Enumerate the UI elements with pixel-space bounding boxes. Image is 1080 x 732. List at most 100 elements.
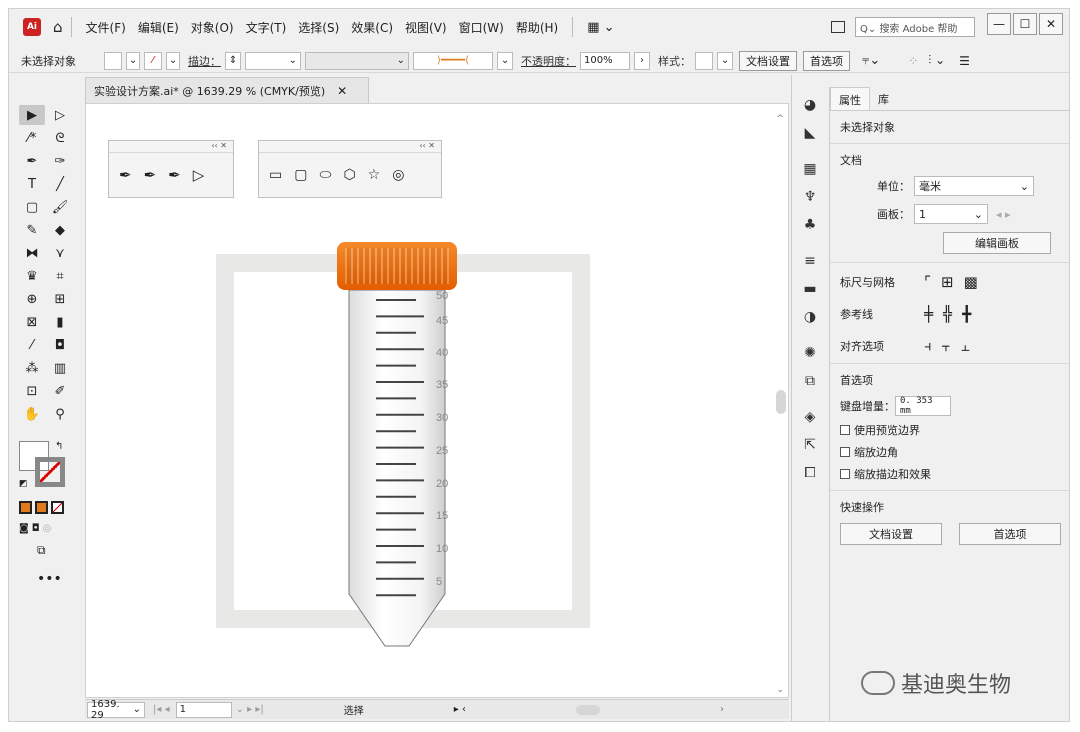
grid-icon[interactable]: ⊞ [941,273,954,291]
transparency-icon[interactable]: ◑ [792,303,828,331]
tube-cap[interactable] [337,242,457,290]
magic-wand-tool-icon[interactable]: ⁄* [19,128,45,148]
gradient-mesh-tool-icon[interactable]: ⊠ [19,312,45,332]
maximize-button[interactable]: ☐ [1013,13,1037,35]
quick-doc-setup-button[interactable]: 文档设置 [840,523,942,545]
pen-tool-icon[interactable]: ✒ [119,166,132,184]
home-icon[interactable]: ⌂ [53,18,63,36]
snap-to-point-icon[interactable]: ⫞ [924,337,932,355]
artboard-nav-icon[interactable]: ◂ ▸ [996,208,1011,221]
paintbrush-tool-icon[interactable]: 🖌 [47,197,73,217]
star-tool-icon[interactable]: ☆ [368,167,381,183]
stroke-weight-dropdown[interactable]: ⌄ [245,51,301,70]
screen-mode-icon[interactable]: ⧉ [37,543,46,558]
rounded-rectangle-tool-icon[interactable]: ▢ [294,167,307,183]
menu-view[interactable]: 视图(V) [399,19,453,36]
panel-header[interactable]: ‹‹ ✕ [109,141,233,153]
gradient-tool-icon[interactable]: ▮ [47,312,73,332]
artboard-tool-icon[interactable]: ⊡ [19,381,45,401]
tube-body[interactable] [348,290,446,650]
export-icon[interactable]: ⇱ [792,431,828,459]
more-tools-icon[interactable]: ••• [37,571,62,587]
shape-builder-tool-icon[interactable]: ⌗ [47,266,73,286]
stroke-dropdown[interactable]: ⌄ [166,51,180,70]
color-guide-icon[interactable]: ◣ [792,119,828,147]
stroke-swatch-large[interactable] [35,457,65,487]
keyboard-increment-input[interactable]: 0. 353 mm [895,396,951,416]
stroke-panel-icon[interactable]: ≡ [792,247,828,275]
transform-icon[interactable]: ⁘ [908,54,918,68]
help-search-input[interactable]: Q⌄ 搜索 Adobe 帮助 [855,17,975,37]
reflect-tool-icon[interactable]: ⧓ [19,243,45,263]
stroke-swatch[interactable]: ⁄ [144,51,162,70]
swap-colors-icon[interactable]: ↰ [55,441,63,452]
style-dropdown[interactable]: ⌄ [717,51,733,70]
perspective-grid-tool-icon[interactable]: ⊕ [19,289,45,309]
horizontal-scrollbar-thumb[interactable] [575,704,600,715]
ruler-icon[interactable]: ⌜ [924,273,931,291]
align-icon[interactable]: ⫧⌄ [862,53,880,68]
menu-object[interactable]: 对象(O) [185,19,240,36]
pen-tool-icon[interactable]: ✒ [19,151,45,171]
mesh-tool-icon[interactable]: ⊞ [47,289,73,309]
zoom-tool-icon[interactable]: ⚲ [47,404,73,424]
flare-tool-icon[interactable]: ◎ [392,167,404,183]
vertical-scrollbar-thumb[interactable] [776,390,786,414]
status-menu-icon[interactable]: ▸ ‹ [454,704,466,715]
gradient-panel-icon[interactable]: ▬ [792,275,828,303]
snap-to-pixel-icon[interactable]: ⫟ [942,337,951,355]
opacity-input[interactable]: 100% [580,51,630,70]
anchor-point-tool-icon[interactable]: ▷ [193,166,205,184]
doc-setup-button[interactable]: 文档设置 [739,50,797,71]
workspace-switcher-icon[interactable]: ▦ ⌄ [587,20,614,35]
fill-swatch[interactable] [104,51,122,70]
scroll-down-icon[interactable]: ⌄ [776,685,784,695]
curvature-tool-icon[interactable]: ✑ [47,151,73,171]
symbols-icon[interactable]: ♣ [792,211,828,239]
scale-corners-checkbox[interactable] [840,447,850,457]
rectangle-tool-icon[interactable]: ▭ [269,167,282,183]
polygon-tool-icon[interactable]: ⬡ [343,167,355,183]
variable-width-dropdown[interactable]: ⌄ [305,51,409,70]
fill-stroke-swatches[interactable]: ↰ ◩ [19,441,69,491]
document-tab[interactable]: 实验设计方案.ai* @ 1639.29 % (CMYK/预览) ✕ [85,77,369,103]
delete-anchor-tool-icon[interactable]: ✒ [168,166,181,184]
tab-libraries[interactable]: 库 [870,87,897,110]
draw-behind-icon[interactable]: ◘ [32,523,40,534]
draw-inside-icon[interactable]: ◎ [43,523,52,534]
artboard-navigator[interactable]: 1 [175,701,232,718]
stroke-label[interactable]: 描边： [188,53,221,69]
arrange-documents-icon[interactable] [831,21,845,33]
quick-preferences-button[interactable]: 首选项 [959,523,1061,545]
slice-tool-icon[interactable]: ✐ [47,381,73,401]
layers-icon[interactable]: ◈ [792,403,828,431]
close-button[interactable]: ✕ [1039,13,1063,35]
column-graph-tool-icon[interactable]: ▥ [47,358,73,378]
fill-dropdown[interactable]: ⌄ [126,51,140,70]
gradient-mode-icon[interactable] [35,501,48,514]
menu-file[interactable]: 文件(F) [80,19,132,36]
scroll-right-icon[interactable]: › [720,704,724,715]
hand-tool-icon[interactable]: ✋ [19,404,45,424]
preferences-button[interactable]: 首选项 [803,50,850,71]
menu-type[interactable]: 文字(T) [240,19,293,36]
first-artboard-icon[interactable]: |◂ ◂ [153,704,170,715]
eyedropper-tool-icon[interactable]: ⁄ [19,335,45,355]
scale-strokes-checkbox[interactable] [840,469,850,479]
panel-menu-icon[interactable]: ☰ [959,54,970,68]
draw-normal-icon[interactable]: ◙ [19,523,29,534]
last-artboard-icon[interactable]: ⌄ ▸ ▸| [236,704,264,715]
minimize-button[interactable]: — [987,13,1011,35]
rectangle-tool-icon[interactable]: ▢ [19,197,45,217]
close-tab-icon[interactable]: ✕ [337,84,347,98]
lasso-tool-icon[interactable]: ᘓ [47,128,73,148]
appearance-icon[interactable]: ✺ [792,339,828,367]
panel-header[interactable]: ‹‹ ✕ [259,141,441,153]
color-panel-icon[interactable]: ◕ [792,91,828,119]
edit-artboards-button[interactable]: 编辑画板 [943,232,1051,254]
blend-tool-icon[interactable]: ◘ [47,335,73,355]
default-colors-icon[interactable]: ◩ [19,479,28,489]
type-tool-icon[interactable]: T [19,174,45,194]
opacity-label[interactable]: 不透明度： [521,53,576,69]
menu-edit[interactable]: 编辑(E) [132,19,185,36]
